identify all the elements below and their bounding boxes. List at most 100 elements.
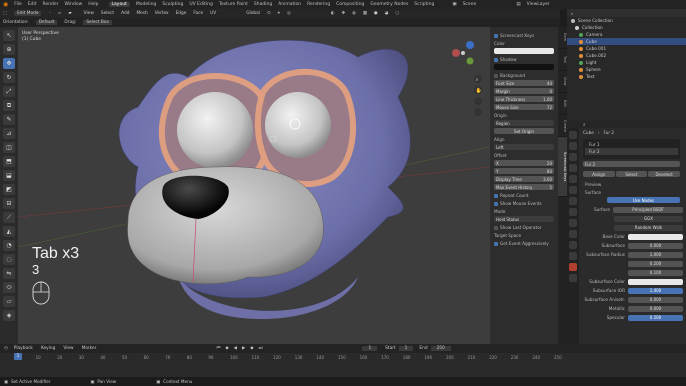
- drag-selector[interactable]: Select Box: [83, 20, 112, 25]
- workspace-tab-modeling[interactable]: Modeling: [136, 2, 156, 7]
- view-layer-selector[interactable]: ViewLayer: [527, 2, 550, 7]
- show-last-operator-checkbox[interactable]: [494, 226, 498, 230]
- playhead[interactable]: 1: [14, 353, 22, 360]
- properties-search-icon[interactable]: ⌕: [583, 122, 586, 128]
- line-thickness-field[interactable]: Line Thickness 1.00: [494, 96, 554, 102]
- bevel-tool-icon[interactable]: ◩: [3, 184, 15, 195]
- menu-help[interactable]: Help: [88, 2, 98, 7]
- menu-edit[interactable]: Edit: [28, 2, 37, 7]
- spin-tool-icon[interactable]: ◔: [3, 240, 15, 251]
- mode-selector-npanel[interactable]: Hold Status: [494, 216, 554, 222]
- workspace-tab-sculpting[interactable]: Sculpting: [162, 2, 183, 7]
- gizmo-icon[interactable]: ✥: [341, 11, 345, 16]
- workspace-tab-compositing[interactable]: Compositing: [336, 2, 364, 7]
- extrude-tool-icon[interactable]: ⬒: [3, 156, 15, 167]
- grid-view-icon[interactable]: [474, 108, 482, 116]
- workspace-tab-uv-editing[interactable]: UV Editing: [189, 2, 212, 7]
- outliner-item[interactable]: Cube.001: [567, 45, 686, 52]
- blender-logo-icon[interactable]: ◉: [3, 1, 8, 8]
- repeat-count-checkbox[interactable]: [494, 194, 498, 198]
- shader-property-value[interactable]: [628, 278, 683, 285]
- prev-keyframe-icon[interactable]: ◆: [225, 346, 228, 351]
- data-properties-icon[interactable]: [569, 252, 577, 260]
- camera-view-icon[interactable]: [474, 97, 482, 105]
- select-mode-face-icon[interactable]: ▰: [68, 11, 71, 16]
- deselect-button[interactable]: Deselect: [648, 171, 681, 177]
- tab-view[interactable]: View: [558, 71, 567, 93]
- timeline-ruler[interactable]: 0102030405060708090100110120130140150160…: [0, 353, 686, 377]
- tab-create[interactable]: Create: [558, 115, 567, 137]
- select-mode-edge-icon[interactable]: ▱: [58, 11, 61, 16]
- menu-select[interactable]: Select: [101, 11, 114, 16]
- tool-properties-icon[interactable]: [569, 131, 577, 139]
- timeline-editor-icon[interactable]: ◷: [4, 346, 8, 351]
- mouse-size-field[interactable]: Mouse Size 72: [494, 104, 554, 110]
- material-name-field[interactable]: Fur 2: [583, 161, 680, 167]
- tab-tool[interactable]: Tool: [558, 49, 567, 71]
- menu-face[interactable]: Face: [193, 11, 203, 16]
- set-origin-button[interactable]: Set Origin: [494, 128, 554, 134]
- outliner-search-icon[interactable]: ⌕: [571, 11, 573, 16]
- xray-icon[interactable]: ▦: [363, 11, 367, 16]
- shader-property-value[interactable]: 0.200: [628, 260, 683, 267]
- menu-view[interactable]: View: [84, 11, 94, 16]
- proportional-edit-icon[interactable]: ◎: [287, 11, 291, 16]
- distribution-selector[interactable]: GGX: [614, 215, 683, 222]
- constraints-properties-icon[interactable]: [569, 241, 577, 249]
- workspace-tab-geometry-nodes[interactable]: Geometry Nodes: [370, 2, 408, 7]
- view-layer-properties-icon[interactable]: [569, 164, 577, 172]
- show-mouse-events-checkbox[interactable]: [494, 202, 498, 206]
- transform-orientation-selector[interactable]: Global: [246, 11, 260, 16]
- outliner-item[interactable]: Sphere: [567, 66, 686, 73]
- viewport-scene[interactable]: ⌕ ✋: [18, 27, 490, 344]
- world-properties-icon[interactable]: [569, 186, 577, 194]
- outliner-scene-collection[interactable]: Scene Collection: [567, 17, 686, 24]
- offset-y-field[interactable]: Y 80: [494, 168, 554, 174]
- loop-cut-tool-icon[interactable]: ⊟: [3, 198, 15, 209]
- shrink-fatten-tool-icon[interactable]: ⬭: [3, 282, 15, 293]
- edge-slide-tool-icon[interactable]: ⇋: [3, 268, 15, 279]
- workspace-tab-layout[interactable]: Layout: [108, 2, 130, 7]
- tab-item[interactable]: Item: [558, 27, 567, 49]
- transform-tool-icon[interactable]: ⧉: [3, 100, 15, 111]
- 3d-viewport[interactable]: ⌕ ✋ User Perspective (1) Cube Tab x3 3: [18, 27, 490, 344]
- physics-properties-icon[interactable]: [569, 230, 577, 238]
- pan-icon[interactable]: ✋: [474, 86, 482, 94]
- shading-rendered-icon[interactable]: ○: [395, 11, 399, 16]
- assign-button[interactable]: Assign: [583, 171, 615, 177]
- smooth-tool-icon[interactable]: ◌: [3, 254, 15, 265]
- measure-tool-icon[interactable]: ⊿: [3, 128, 15, 139]
- pivot-icon[interactable]: ⊙: [267, 11, 271, 16]
- workspace-tab-scripting[interactable]: Scripting: [414, 2, 434, 7]
- output-properties-icon[interactable]: [569, 153, 577, 161]
- scene-properties-icon[interactable]: [569, 175, 577, 183]
- workspace-tab-animation[interactable]: Animation: [278, 2, 301, 7]
- shader-property-value[interactable]: 0.500: [628, 314, 683, 321]
- get-event-checkbox[interactable]: [494, 242, 498, 246]
- visibility-icon[interactable]: ◐: [331, 11, 335, 16]
- shadow-color-swatch[interactable]: [494, 64, 554, 70]
- preview-section[interactable]: Preview: [567, 182, 686, 187]
- menu-playback[interactable]: Playback: [14, 346, 33, 351]
- background-checkbox[interactable]: [494, 74, 498, 78]
- object-properties-icon[interactable]: [569, 197, 577, 205]
- cursor-tool-icon[interactable]: ⊕: [3, 44, 15, 55]
- menu-marker[interactable]: Marker: [82, 346, 97, 351]
- tweak-tool-icon[interactable]: ↖: [3, 30, 15, 41]
- material-slot[interactable]: Fur 2: [585, 148, 678, 155]
- workspace-tab-rendering[interactable]: Rendering: [307, 2, 330, 7]
- shader-property-value[interactable]: 0.000: [628, 242, 683, 249]
- select-mode-vertex-icon[interactable]: ◦: [48, 11, 51, 16]
- menu-window[interactable]: Window: [65, 2, 83, 7]
- shader-property-value[interactable]: [628, 233, 683, 240]
- move-tool-icon[interactable]: ✥: [3, 58, 15, 69]
- menu-keying[interactable]: Keying: [41, 346, 55, 351]
- rotate-tool-icon[interactable]: ↻: [3, 72, 15, 83]
- shader-property-value[interactable]: 0.100: [628, 269, 683, 276]
- outliner-item[interactable]: Text: [567, 73, 686, 80]
- play-reverse-icon[interactable]: ◀: [234, 346, 237, 351]
- outliner-item[interactable]: Cube.002: [567, 52, 686, 59]
- display-time-field[interactable]: Display Time 3.00: [494, 176, 554, 182]
- material-properties-icon[interactable]: [569, 263, 577, 271]
- mode-selector[interactable]: Edit Mode: [14, 11, 42, 16]
